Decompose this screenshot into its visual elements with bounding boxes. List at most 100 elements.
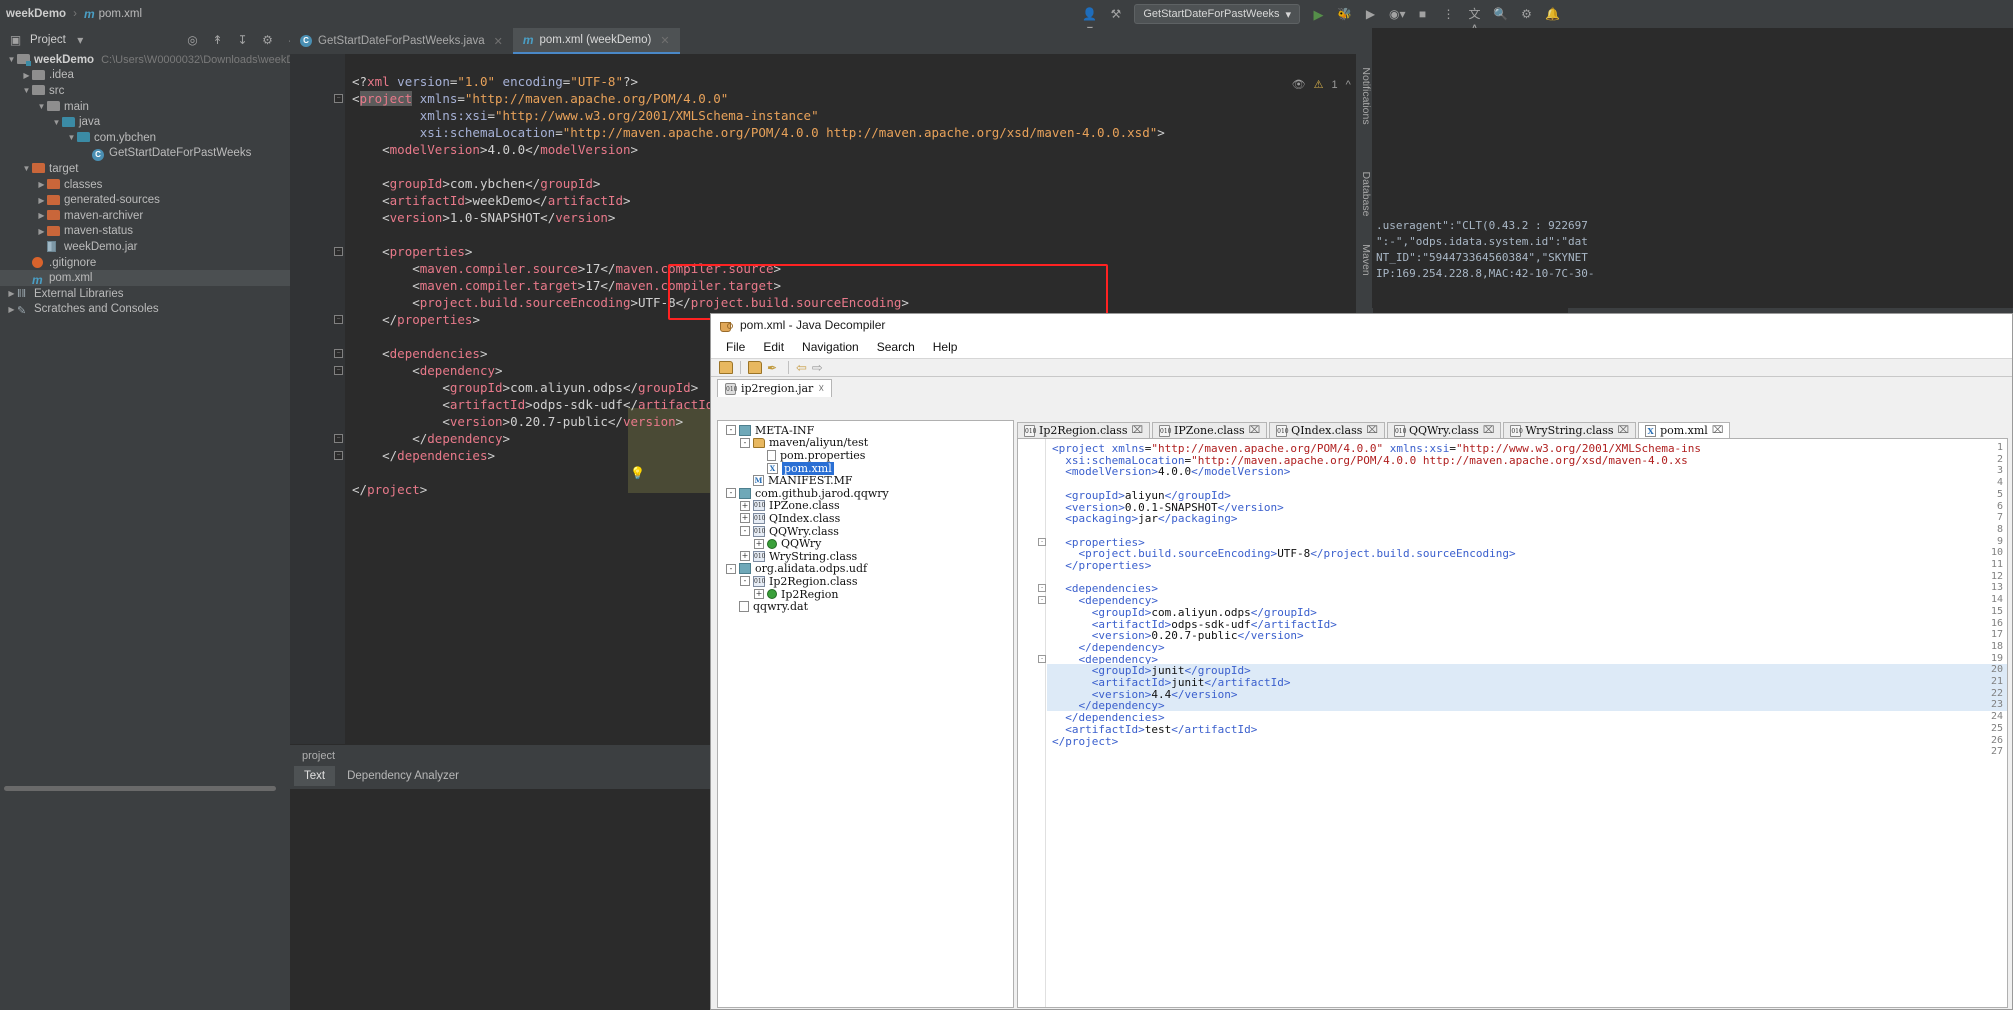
- chevron-down-icon[interactable]: ▼: [66, 133, 77, 142]
- close-icon[interactable]: ⌧: [1131, 425, 1143, 436]
- more-icon[interactable]: ⋮: [1441, 7, 1456, 22]
- expand-icon[interactable]: +: [754, 538, 764, 549]
- fold-toggle-icon[interactable]: −: [334, 315, 343, 324]
- expand-icon[interactable]: +: [740, 513, 750, 524]
- decompiler-tab-ip2region-class[interactable]: 010 Ip2Region.class ⌧: [1017, 422, 1150, 438]
- tree-item-maven-status[interactable]: ▶ maven-status: [0, 224, 290, 240]
- close-icon[interactable]: ⌧: [1618, 425, 1630, 436]
- decompiler-tree-item-wrystring-class[interactable]: +010 WryString.class: [722, 550, 889, 563]
- tree-item-main[interactable]: ▼ main: [0, 99, 290, 115]
- intention-bulb-icon[interactable]: 💡: [630, 466, 645, 480]
- decompiler-tab-qindex-class[interactable]: 010 QIndex.class ⌧: [1269, 422, 1385, 438]
- run-icon[interactable]: ▶: [1311, 7, 1326, 22]
- run-configuration-selector[interactable]: GetStartDateForPastWeeks ▾: [1134, 4, 1300, 24]
- close-icon[interactable]: ⌧: [1483, 425, 1495, 436]
- collapse-icon[interactable]: -: [740, 437, 750, 448]
- decompiler-tree-item-maven-aliyun-test[interactable]: - maven/aliyun/test: [722, 436, 889, 449]
- tree-item--idea[interactable]: ▶ .idea: [0, 68, 290, 84]
- tree-item-java[interactable]: ▼ java: [0, 114, 290, 130]
- toolwindow-maven[interactable]: Maven: [1360, 230, 1372, 290]
- decompiler-menubar[interactable]: File Edit Navigation Search Help: [711, 336, 2012, 358]
- tree-item-external-libraries[interactable]: ▶ ‖‖ External Libraries: [0, 286, 290, 302]
- decompiler-toolbar[interactable]: ✒ ⇦ ⇨: [711, 358, 2012, 377]
- menu-file[interactable]: File: [717, 338, 754, 356]
- chevron-right-icon[interactable]: ▶: [36, 196, 47, 205]
- decompiler-fold-icon[interactable]: -: [1038, 596, 1046, 605]
- decompiler-file-tabs[interactable]: 010 Ip2Region.class ⌧ 010 IPZone.class ⌧ 010 QI…: [1017, 420, 2008, 439]
- chevron-right-icon[interactable]: ▶: [36, 180, 47, 189]
- tree-item-generated-sources[interactable]: ▶ generated-sources: [0, 192, 290, 208]
- tree-item-getstartdateforpastweeks[interactable]: C GetStartDateForPastWeeks: [0, 146, 290, 162]
- bottom-tab-dependency-analyzer[interactable]: Dependency Analyzer: [337, 766, 469, 786]
- menu-navigation[interactable]: Navigation: [793, 338, 868, 356]
- decompiler-tab-qqwry-class[interactable]: 010 QQWry.class ⌧: [1386, 422, 1502, 438]
- chevron-right-icon[interactable]: ▶: [36, 211, 47, 220]
- collapse-icon[interactable]: -: [740, 526, 750, 537]
- open-type-icon[interactable]: [748, 361, 762, 374]
- decompiler-tree-item-com-github-jarod-qqwry[interactable]: - com.github.jarod.qqwry: [722, 487, 889, 500]
- project-tree[interactable]: ▼ weekDemo C:\Users\W0000032\Downloads\wee…: [0, 52, 290, 762]
- editor-tab-2[interactable]: m pom.xml (weekDemo) ✕: [512, 28, 680, 54]
- decompiler-fold-icon[interactable]: -: [1038, 654, 1046, 663]
- fold-toggle-icon[interactable]: −: [334, 349, 343, 358]
- expand-icon[interactable]: +: [754, 589, 764, 600]
- tree-item-weekdemo-jar[interactable]: weekDemo.jar: [0, 239, 290, 255]
- decompiler-tree-item-qqwry-dat[interactable]: qqwry.dat: [722, 600, 889, 613]
- close-icon[interactable]: ☓: [818, 382, 824, 395]
- decompiler-jar-tabrow[interactable]: 010 ip2region.jar ☓: [711, 377, 2012, 397]
- menu-edit[interactable]: Edit: [754, 338, 793, 356]
- decompiler-tree-item-ipzone-class[interactable]: +010 IPZone.class: [722, 499, 889, 512]
- collapse-icon[interactable]: -: [726, 425, 736, 436]
- tree-item--gitignore[interactable]: .gitignore: [0, 255, 290, 271]
- chevron-right-icon[interactable]: ▶: [6, 289, 17, 298]
- log-output-pane[interactable]: .useragent":"CLT(0.43.2 : 922697 ":-","od…: [1372, 28, 2013, 308]
- debug-icon[interactable]: 🐝: [1337, 7, 1352, 22]
- decompiler-tree-panel[interactable]: - META-INF - maven/aliyun/test pom.propertie…: [717, 420, 1014, 1008]
- chevron-up-icon[interactable]: ^: [1346, 79, 1351, 91]
- decompiler-tab-wrystring-class[interactable]: 010 WryString.class ⌧: [1503, 422, 1637, 438]
- chevron-down-icon[interactable]: ▼: [51, 118, 62, 127]
- decompiler-fold-icon[interactable]: -: [1038, 537, 1046, 546]
- decompiler-tree[interactable]: - META-INF - maven/aliyun/test pom.propertie…: [722, 424, 889, 613]
- chevron-right-icon[interactable]: ▶: [36, 227, 47, 236]
- decompiler-tree-item-manifest-mf[interactable]: M MANIFEST.MF: [722, 474, 889, 487]
- chevron-down-icon[interactable]: ▼: [21, 164, 32, 173]
- coverage-icon[interactable]: ▶: [1363, 7, 1378, 22]
- tree-item-classes[interactable]: ▶ classes: [0, 177, 290, 193]
- gear-icon[interactable]: ⚙: [260, 33, 275, 48]
- decompiler-tree-item-qindex-class[interactable]: +010 QIndex.class: [722, 512, 889, 525]
- editor-tab-1[interactable]: C GetStartDateForPastWeeks.java ✕: [290, 28, 513, 54]
- tree-item-weekdemo[interactable]: ▼ weekDemo C:\Users\W0000032\Downloads\wee…: [0, 52, 290, 68]
- decompiler-tree-item-qqwry[interactable]: + QQWry: [722, 537, 889, 550]
- decompiler-fold-icon[interactable]: -: [1038, 584, 1046, 593]
- settings-gear-icon[interactable]: ⚙: [1519, 7, 1534, 22]
- bottom-tab-text[interactable]: Text: [294, 766, 336, 786]
- decompiler-tab-ipzone-class[interactable]: 010 IPZone.class ⌧: [1152, 422, 1268, 438]
- chevron-down-icon[interactable]: ▼: [36, 102, 47, 111]
- jar-tab[interactable]: 010 ip2region.jar ☓: [717, 379, 833, 397]
- editor-bottom-tabs[interactable]: Text Dependency Analyzer: [290, 763, 720, 789]
- chevron-right-icon[interactable]: ▶: [21, 71, 32, 80]
- decompiler-tree-item-pom-properties[interactable]: pom.properties: [722, 449, 889, 462]
- tree-item-maven-archiver[interactable]: ▶ maven-archiver: [0, 208, 290, 224]
- expand-icon[interactable]: +: [740, 500, 750, 511]
- horizontal-scrollbar[interactable]: [4, 786, 276, 791]
- chevron-down-icon[interactable]: ▾: [73, 33, 88, 48]
- fold-toggle-icon[interactable]: −: [334, 247, 343, 256]
- decompiler-tree-item-pom-xml[interactable]: Xpom.xml: [722, 461, 889, 475]
- translate-icon[interactable]: 文A: [1467, 7, 1482, 36]
- tree-item-target[interactable]: ▼ target: [0, 161, 290, 177]
- open-folder-icon[interactable]: [719, 361, 733, 374]
- chevron-down-icon[interactable]: ▼: [21, 86, 32, 95]
- fold-toggle-icon[interactable]: −: [334, 451, 343, 460]
- decompiler-code-view[interactable]: 1 <project xmlns="http://maven.apache.org…: [1017, 439, 2008, 1008]
- tree-item-pom-xml[interactable]: m pom.xml: [0, 270, 290, 287]
- clear-icon[interactable]: ✒: [767, 361, 781, 375]
- expand-icon[interactable]: +: [740, 551, 750, 562]
- fold-toggle-icon[interactable]: −: [334, 434, 343, 443]
- decompiler-tree-item-ip2region-class[interactable]: -010 Ip2Region.class: [722, 575, 889, 588]
- stop-icon[interactable]: ■: [1415, 7, 1430, 22]
- close-icon[interactable]: ✕: [494, 35, 503, 48]
- breadcrumb-file[interactable]: pom.xml: [99, 8, 142, 20]
- toolwindow-title[interactable]: Project: [30, 34, 66, 46]
